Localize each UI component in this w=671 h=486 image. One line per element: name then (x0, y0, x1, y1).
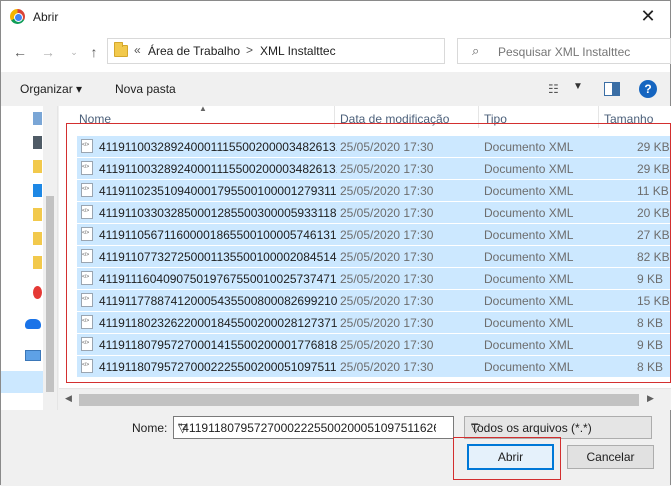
scrollbar-thumb[interactable] (79, 394, 639, 406)
file-type-select[interactable]: Todos os arquivos (*.*) ▽ (464, 416, 652, 439)
breadcrumb-xml-folder[interactable]: XML Instalttec (260, 44, 336, 58)
folder-icon (114, 42, 128, 57)
organize-button[interactable]: Organizar ▾ (20, 82, 82, 96)
nav-scrollbar-thumb[interactable] (46, 196, 54, 392)
back-arrow-icon[interactable]: ← (11, 43, 29, 61)
up-arrow-icon[interactable]: ↑ (85, 43, 103, 61)
file-name-input[interactable]: "411911807957270002225500200051097511626… (173, 416, 454, 439)
nav-icon-drive[interactable] (33, 184, 42, 197)
breadcrumb-desktop[interactable]: Área de Trabalho (148, 44, 240, 58)
recent-dropdown-icon[interactable]: ⌄ (65, 43, 83, 61)
sort-ascending-icon: ▲ (199, 104, 207, 113)
nav-icon-app[interactable] (33, 286, 42, 299)
chevron-down-icon[interactable]: ▽ (178, 421, 436, 435)
chevron-down-icon[interactable]: ▼ (573, 81, 583, 92)
breadcrumb-separator: > (246, 43, 254, 57)
chevron-down-icon[interactable]: ▽ (471, 421, 644, 435)
new-folder-button[interactable]: Nova pasta (115, 82, 176, 96)
this-pc-icon[interactable] (25, 350, 41, 361)
preview-pane-icon[interactable] (604, 82, 620, 96)
scroll-left-icon[interactable]: ◀ (65, 393, 72, 404)
search-icon: ⌕ (472, 43, 480, 58)
nav-folder-icon[interactable] (33, 232, 42, 245)
view-options-icon[interactable]: ☷ (548, 82, 566, 96)
breadcrumb-overflow[interactable]: « (134, 43, 141, 57)
title-bar: Abrir ✕ (1, 1, 670, 32)
nav-folder-icon[interactable] (33, 208, 42, 221)
open-file-dialog: Abrir ✕ ← → ⌄ ↑ « Área de Trabalho > XML… (0, 0, 671, 486)
navigation-pane[interactable] (1, 106, 58, 410)
horizontal-scrollbar[interactable]: ◀ ▶ (59, 388, 671, 410)
nav-folder-icon[interactable] (33, 160, 42, 173)
file-list[interactable]: ▲ Nome Data de modificação Tipo Tamanho … (59, 104, 671, 388)
selection-highlight-frame (66, 123, 671, 383)
address-bar-row: ← → ⌄ ↑ « Área de Trabalho > XML Instalt… (1, 32, 671, 72)
scroll-right-icon[interactable]: ▶ (647, 393, 654, 404)
chrome-icon (10, 9, 25, 24)
command-bar: Organizar ▾ Nova pasta ☷ ▼ ? (1, 72, 670, 106)
open-button[interactable]: Abrir (467, 444, 554, 470)
dialog-footer: Nome: "411911807957270002225500200051097… (1, 410, 670, 486)
search-input[interactable]: Pesquisar XML Instalttec (498, 45, 630, 59)
window-title: Abrir (33, 10, 59, 24)
nav-icon-documents[interactable] (33, 112, 42, 125)
search-box[interactable]: ⌕ Pesquisar XML Instalttec (457, 38, 671, 64)
file-name-label: Nome: (132, 421, 168, 435)
cancel-button[interactable]: Cancelar (567, 445, 654, 469)
onedrive-icon[interactable] (25, 319, 41, 329)
forward-arrow-icon[interactable]: → (39, 43, 57, 61)
nav-selected-item[interactable] (1, 371, 43, 393)
nav-icon-images[interactable] (33, 136, 42, 149)
help-icon[interactable]: ? (639, 80, 657, 98)
nav-folder-icon[interactable] (33, 256, 42, 269)
close-icon[interactable]: ✕ (638, 6, 658, 26)
address-field[interactable]: « Área de Trabalho > XML Instalttec ↻ (107, 38, 537, 64)
